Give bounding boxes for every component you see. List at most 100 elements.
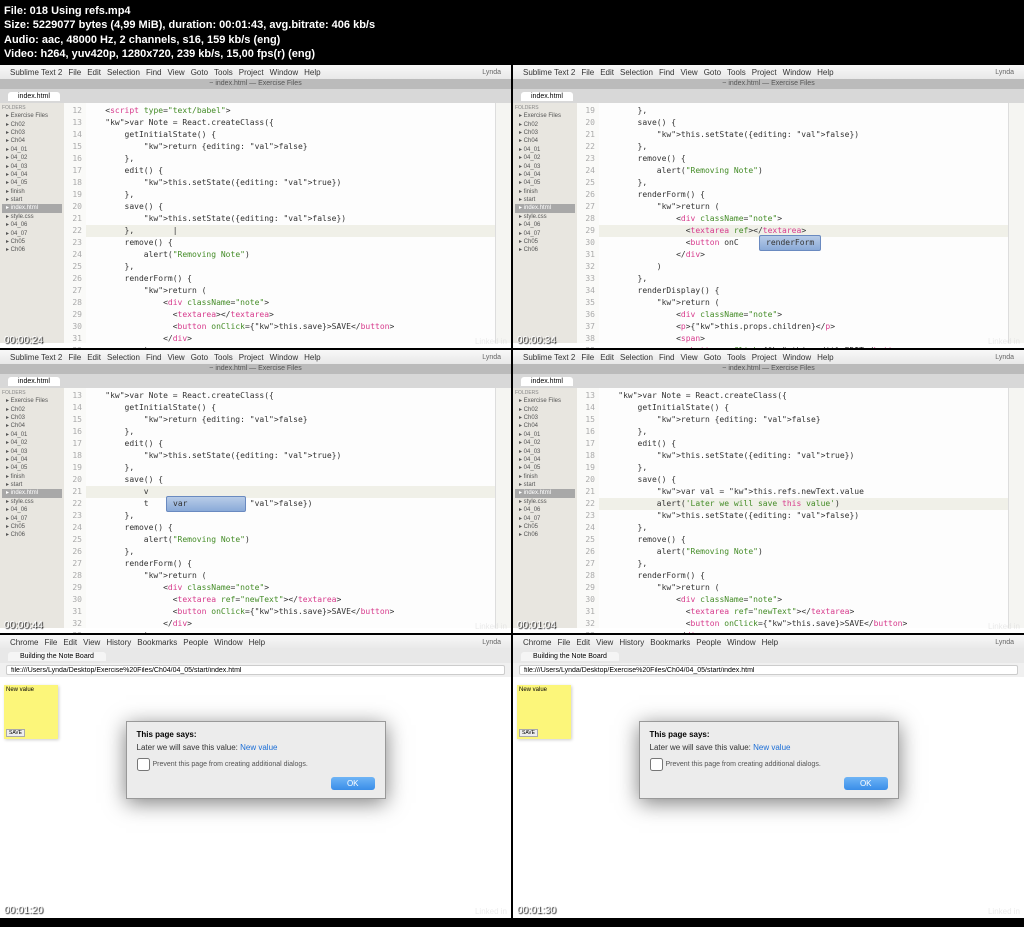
menu-help[interactable]: Help bbox=[304, 68, 320, 77]
menu-window[interactable]: Window bbox=[270, 353, 298, 362]
prevent-checkbox[interactable]: Prevent this page from creating addition… bbox=[137, 758, 375, 771]
menu-goto[interactable]: Goto bbox=[704, 68, 721, 77]
sidebar-item[interactable]: ▸ Ch04 bbox=[2, 137, 62, 145]
minimap[interactable] bbox=[495, 388, 511, 628]
sidebar-item[interactable]: ▸ Ch06 bbox=[2, 531, 62, 539]
menu-project[interactable]: Project bbox=[239, 68, 264, 77]
sidebar-item[interactable]: ▸ start bbox=[515, 196, 575, 204]
url-input[interactable] bbox=[519, 665, 1018, 675]
menu-project[interactable]: Project bbox=[752, 68, 777, 77]
menu-tools[interactable]: Tools bbox=[214, 68, 233, 77]
sidebar-item[interactable]: ▸ style.css bbox=[2, 213, 62, 221]
folder-sidebar[interactable]: FOLDERS ▸ Exercise Files▸ Ch02▸ Ch03▸ Ch… bbox=[0, 103, 64, 343]
sidebar-item[interactable]: ▸ index.html bbox=[2, 204, 62, 212]
menubar[interactable]: Sublime Text 2 File Edit Selection Find … bbox=[513, 65, 1024, 79]
sidebar-item[interactable]: ▸ 04_05 bbox=[515, 179, 575, 187]
sidebar-item[interactable]: ▸ Ch06 bbox=[515, 531, 575, 539]
app-name[interactable]: Sublime Text 2 bbox=[523, 68, 575, 77]
sidebar-item[interactable]: ▸ Ch03 bbox=[515, 414, 575, 422]
checkbox-icon[interactable] bbox=[650, 758, 663, 771]
menu-file[interactable]: File bbox=[581, 353, 594, 362]
sidebar-item[interactable]: ▸ Exercise Files bbox=[515, 397, 575, 405]
menu-bookmarks[interactable]: Bookmarks bbox=[137, 638, 177, 647]
menubar[interactable]: Chrome File Edit View History Bookmarks … bbox=[0, 635, 511, 649]
sidebar-item[interactable]: ▸ Ch04 bbox=[515, 137, 575, 145]
sidebar-item[interactable]: ▸ 04_05 bbox=[2, 464, 62, 472]
menu-history[interactable]: History bbox=[106, 638, 131, 647]
app-name[interactable]: Chrome bbox=[10, 638, 38, 647]
code-area[interactable]: <script type="text/babel"> "kw">var Note… bbox=[86, 103, 495, 343]
menu-view[interactable]: View bbox=[83, 638, 100, 647]
sidebar-item[interactable]: ▸ Ch06 bbox=[515, 246, 575, 254]
sidebar-item[interactable]: ▸ 04_03 bbox=[515, 163, 575, 171]
sidebar-item[interactable]: ▸ Ch02 bbox=[2, 121, 62, 129]
menubar[interactable]: Sublime Text 2 File Edit Selection Find … bbox=[513, 350, 1024, 364]
sidebar-item[interactable]: ▸ index.html bbox=[515, 489, 575, 497]
menu-edit[interactable]: Edit bbox=[87, 68, 101, 77]
menu-edit[interactable]: Edit bbox=[576, 638, 590, 647]
url-input[interactable] bbox=[6, 665, 505, 675]
menu-window[interactable]: Window bbox=[727, 638, 755, 647]
sidebar-item[interactable]: ▸ Ch02 bbox=[515, 406, 575, 414]
editor-tabs[interactable]: index.html bbox=[0, 374, 511, 388]
app-name[interactable]: Sublime Text 2 bbox=[10, 353, 62, 362]
sidebar-item[interactable]: ▸ finish bbox=[515, 188, 575, 196]
tab-index[interactable]: index.html bbox=[8, 92, 60, 101]
minimap[interactable] bbox=[1008, 388, 1024, 628]
sidebar-item[interactable]: ▸ finish bbox=[2, 473, 62, 481]
menu-view[interactable]: View bbox=[681, 353, 698, 362]
menubar[interactable]: Sublime Text 2 File Edit Selection Find … bbox=[0, 350, 511, 364]
menu-edit[interactable]: Edit bbox=[600, 68, 614, 77]
menu-view[interactable]: View bbox=[168, 353, 185, 362]
sidebar-item[interactable]: ▸ 04_06 bbox=[2, 221, 62, 229]
menu-goto[interactable]: Goto bbox=[191, 68, 208, 77]
sidebar-item[interactable]: ▸ finish bbox=[2, 188, 62, 196]
sidebar-item[interactable]: ▸ Ch05 bbox=[515, 523, 575, 531]
menu-history[interactable]: History bbox=[619, 638, 644, 647]
sidebar-item[interactable]: ▸ 04_07 bbox=[2, 230, 62, 238]
sidebar-item[interactable]: ▸ 04_07 bbox=[2, 515, 62, 523]
ok-button[interactable]: OK bbox=[331, 777, 375, 790]
browser-tab[interactable]: Building the Note Board bbox=[521, 652, 619, 661]
browser-tab[interactable]: Building the Note Board bbox=[8, 652, 106, 661]
menu-selection[interactable]: Selection bbox=[107, 353, 140, 362]
folder-sidebar[interactable]: FOLDERS ▸ Exercise Files▸ Ch02▸ Ch03▸ Ch… bbox=[513, 103, 577, 343]
menu-file[interactable]: File bbox=[557, 638, 570, 647]
menu-tools[interactable]: Tools bbox=[727, 68, 746, 77]
app-name[interactable]: Chrome bbox=[523, 638, 551, 647]
sidebar-item[interactable]: ▸ Ch02 bbox=[2, 406, 62, 414]
sidebar-item[interactable]: ▸ style.css bbox=[2, 498, 62, 506]
sidebar-item[interactable]: ▸ 04_04 bbox=[515, 456, 575, 464]
sidebar-item[interactable]: ▸ Ch03 bbox=[2, 414, 62, 422]
menu-window[interactable]: Window bbox=[783, 353, 811, 362]
menu-help[interactable]: Help bbox=[304, 353, 320, 362]
menu-view[interactable]: View bbox=[596, 638, 613, 647]
checkbox-icon[interactable] bbox=[137, 758, 150, 771]
minimap[interactable] bbox=[495, 103, 511, 343]
sidebar-item[interactable]: ▸ 04_06 bbox=[515, 506, 575, 514]
sidebar-item[interactable]: ▸ 04_06 bbox=[515, 221, 575, 229]
menu-project[interactable]: Project bbox=[239, 353, 264, 362]
editor-tabs[interactable]: index.html bbox=[513, 89, 1024, 103]
menu-help[interactable]: Help bbox=[817, 353, 833, 362]
autocomplete-item[interactable]: var bbox=[173, 499, 187, 508]
tab-index[interactable]: index.html bbox=[521, 92, 573, 101]
folder-sidebar[interactable]: FOLDERS ▸ Exercise Files▸ Ch02▸ Ch03▸ Ch… bbox=[513, 388, 577, 628]
ok-button[interactable]: OK bbox=[844, 777, 888, 790]
menu-find[interactable]: Find bbox=[146, 353, 162, 362]
menu-view[interactable]: View bbox=[168, 68, 185, 77]
sidebar-item[interactable]: ▸ 04_01 bbox=[2, 146, 62, 154]
menu-window[interactable]: Window bbox=[214, 638, 242, 647]
sidebar-item[interactable]: ▸ 04_02 bbox=[515, 439, 575, 447]
menu-view[interactable]: View bbox=[681, 68, 698, 77]
save-button[interactable]: SAVE bbox=[6, 729, 25, 737]
autocomplete-item[interactable]: renderForm bbox=[766, 238, 814, 247]
sidebar-item[interactable]: ▸ finish bbox=[515, 473, 575, 481]
menu-selection[interactable]: Selection bbox=[620, 68, 653, 77]
menu-selection[interactable]: Selection bbox=[620, 353, 653, 362]
sidebar-item[interactable]: ▸ Ch05 bbox=[2, 238, 62, 246]
code-area[interactable]: "kw">var Note = React.createClass({ getI… bbox=[599, 388, 1008, 628]
tab-index[interactable]: index.html bbox=[8, 377, 60, 386]
menu-file[interactable]: File bbox=[68, 68, 81, 77]
sidebar-item[interactable]: ▸ index.html bbox=[515, 204, 575, 212]
